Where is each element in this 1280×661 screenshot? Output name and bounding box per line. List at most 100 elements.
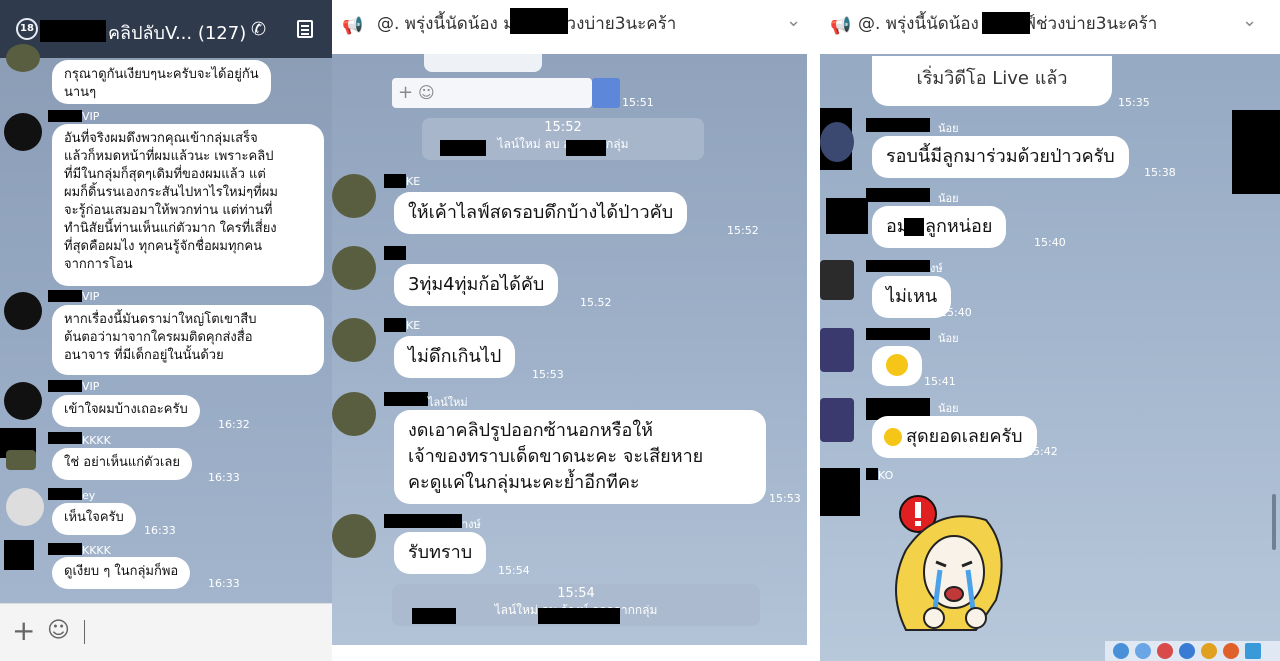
- message-bubble[interactable]: รอบนี้มีลูกมาร่วมด้วยป่าวครับ: [872, 136, 1129, 178]
- redaction: [4, 540, 34, 570]
- chevron-down-icon[interactable]: ⌄: [786, 10, 801, 31]
- avatar[interactable]: [332, 392, 376, 436]
- system-time: 15:52: [544, 120, 582, 135]
- smile-icon[interactable]: ☺: [47, 618, 70, 643]
- avatar[interactable]: [820, 122, 854, 162]
- redaction: [982, 12, 1030, 34]
- message-line: กรุณาดูกันเงียบๆนะครับจะได้อยู่กัน: [64, 67, 259, 82]
- avatar[interactable]: [332, 246, 376, 290]
- redaction: [384, 318, 406, 332]
- sender-name: VIP: [82, 380, 100, 393]
- message-bubble[interactable]: เริ่มวิดีโอ Live แล้ว: [872, 56, 1112, 106]
- avatar[interactable]: [332, 318, 376, 362]
- message-bubble[interactable]: ใช่ อย่าเห็นแก่ตัวเลย: [52, 448, 192, 480]
- monitor-icon[interactable]: [1245, 643, 1261, 659]
- message-time: 16:33: [144, 524, 176, 537]
- app-icon[interactable]: [1135, 643, 1151, 659]
- unread-badge[interactable]: 18: [16, 18, 38, 40]
- smile-icon[interactable]: ☺: [418, 83, 435, 102]
- avatar[interactable]: [6, 488, 44, 526]
- redaction: [48, 110, 82, 122]
- menu-icon[interactable]: [297, 20, 313, 38]
- embedded-input[interactable]: + ☺: [392, 78, 620, 108]
- avatar[interactable]: [332, 174, 376, 218]
- message-bubble[interactable]: 3ทุ่ม4ทุ่มก้อได้คับ: [394, 264, 559, 306]
- app-icon[interactable]: [1179, 643, 1195, 659]
- sticker-bubble[interactable]: [872, 346, 922, 386]
- plus-icon[interactable]: +: [398, 82, 413, 103]
- redaction: [510, 8, 568, 34]
- taskbar: [1105, 641, 1280, 661]
- sender-name: น้อย: [938, 402, 959, 415]
- chat-title[interactable]: คลิปลับV... (127): [108, 18, 246, 47]
- redaction: [384, 392, 428, 406]
- chevron-down-icon[interactable]: ⌄: [1242, 10, 1257, 31]
- crying-girl-sticker[interactable]: [876, 490, 1016, 640]
- message-bubble[interactable]: หากเรื่องนี้มันดราม่าใหญ่โตเขาสืบ ต้นตอว…: [52, 305, 324, 375]
- avatar[interactable]: [6, 450, 36, 470]
- message-bubble[interactable]: ดูเงียบ ๆ ในกลุ่มก็พอ: [52, 557, 191, 589]
- plus-icon[interactable]: +: [12, 614, 35, 647]
- sender-name: น้อย: [938, 192, 959, 205]
- quoted-preview[interactable]: [424, 54, 542, 72]
- chat-panel-left: 18 คลิปลับV... (127) ✆ กรุณาดูกันเงียบๆน…: [0, 0, 332, 661]
- sender-name: KO: [878, 469, 894, 482]
- message-line: แล้วก็หมดหน้าที่ผมแล้วนะ เพราะคลิป: [64, 149, 274, 164]
- announcement-header[interactable]: 📢 @. พรุ่งนี้นัดน้อง มาไลฟ์ช่วงบ่าย3นะคร…: [820, 0, 1280, 54]
- avatar[interactable]: [6, 44, 40, 72]
- message-bubble[interactable]: รับทราบ: [394, 532, 487, 574]
- message-line: ผมก็ดิ้นรนเองกระสันไปหาไรใหม่ๆที่ผม: [64, 185, 278, 200]
- redaction: [440, 140, 486, 156]
- avatar[interactable]: [820, 398, 854, 442]
- redaction: [866, 260, 930, 272]
- chrome-icon[interactable]: [1201, 643, 1217, 659]
- message-bubble[interactable]: อันที่จริงผมดึงพวกคุณเข้ากลุ่มเสร็จ แล้ว…: [52, 124, 324, 286]
- redaction: [866, 118, 930, 132]
- message-line: เริ่มวิดีโอ Live แล้ว: [916, 68, 1068, 89]
- redaction: [538, 608, 620, 624]
- system-time: 15:54: [557, 586, 595, 601]
- message-time: 15.52: [580, 296, 612, 309]
- scrollbar[interactable]: [1272, 494, 1276, 550]
- notification-icon[interactable]: [1157, 643, 1173, 659]
- message-line: อม ยลูกหน่อย: [886, 216, 993, 237]
- megaphone-icon: 📢: [342, 16, 364, 36]
- message-bubble[interactable]: เข้าใจผมบ้างเถอะครับ: [52, 395, 200, 427]
- message-bubble[interactable]: อม ยลูกหน่อย: [872, 206, 1007, 248]
- sender-name: ไลน์ใหม่: [428, 396, 468, 409]
- message-bubble[interactable]: เห็นใจครับ: [52, 503, 136, 535]
- chick-emoji-icon: [884, 428, 902, 446]
- phone-icon[interactable]: ✆: [251, 19, 266, 40]
- avatar[interactable]: [820, 260, 854, 300]
- avatar[interactable]: [4, 382, 42, 420]
- message-bubble[interactable]: สุดยอดเลยครับ: [872, 416, 1037, 458]
- message-bubble[interactable]: ให้เค้าไลฟ์สดรอบดึกบ้างได้ป่าวคับ: [394, 192, 688, 234]
- message-line: รอบนี้มีลูกมาร่วมด้วยป่าวครับ: [886, 146, 1115, 167]
- avatar[interactable]: [820, 328, 854, 372]
- message-time: 15:42: [1026, 445, 1058, 458]
- message-line: รับทราบ: [408, 542, 473, 563]
- message-line: ต้นตอว่ามาจากใครผมติดคุกส่งสื่อ: [64, 330, 253, 345]
- message-time: 15:53: [769, 492, 801, 505]
- redaction: [1232, 110, 1280, 194]
- message-line: อนาจาร ที่มีเด็กอยู่ในนั้นด้วย: [64, 348, 224, 363]
- message-input-bar[interactable]: + ☺: [0, 603, 332, 661]
- avatar[interactable]: [4, 113, 42, 151]
- text-input-caret[interactable]: [84, 620, 85, 644]
- message-line: ให้เค้าไลฟ์สดรอบดึกบ้างได้ป่าวคับ: [408, 202, 674, 223]
- sender-name: ey: [82, 489, 96, 502]
- avatar[interactable]: [332, 514, 376, 558]
- message-line: หากเรื่องนี้มันดราม่าใหญ่โตเขาสืบ: [64, 312, 257, 327]
- avatar[interactable]: [4, 292, 42, 330]
- message-bubble[interactable]: งดเอาคลิปรูปออกซ้านอกหรือให้ เจ้าของทราบ…: [394, 410, 766, 504]
- message-bubble[interactable]: ไม่ดึกเกินไป: [394, 336, 516, 378]
- app-icon[interactable]: [1113, 643, 1129, 659]
- redaction: [820, 468, 860, 516]
- firefox-icon[interactable]: [1223, 643, 1239, 659]
- message-bubble[interactable]: กรุณาดูกันเงียบๆนะครับจะได้อยู่กัน นานๆ: [52, 60, 271, 104]
- message-line: เห็นใจครับ: [64, 510, 124, 525]
- message-time: 15:52: [727, 224, 759, 237]
- send-icon[interactable]: [592, 78, 620, 108]
- announcement-header[interactable]: 📢 @. พรุ่งนี้นัดน้อง มาไลฟ์ช่วงบ่าย3นะคร…: [332, 0, 807, 54]
- message-line: ที่สุดคือผมไง ทุกคนรู้จักชื่อผมทุกคน: [64, 239, 262, 254]
